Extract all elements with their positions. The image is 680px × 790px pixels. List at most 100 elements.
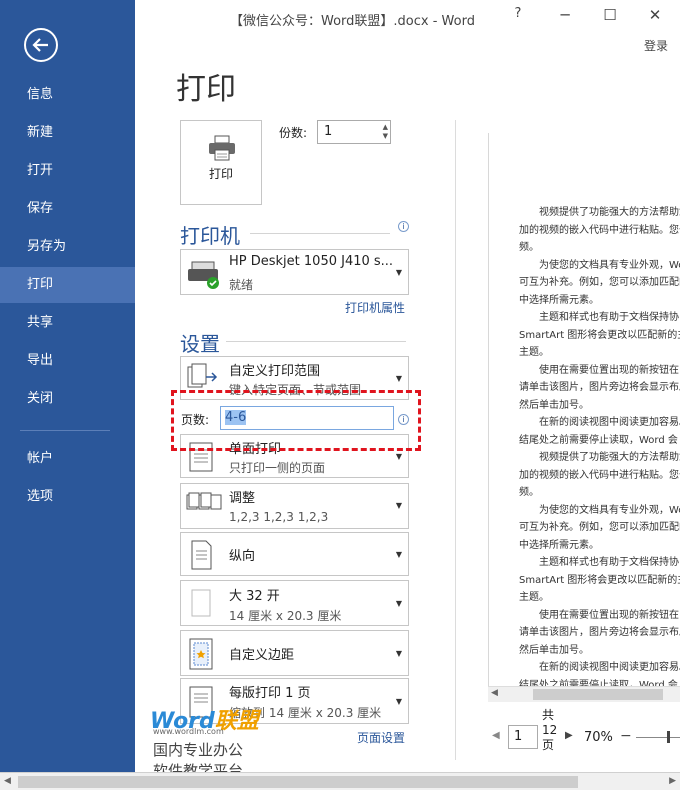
preview-text-line: 在新的阅读视图中阅读更加容易。 (539, 417, 680, 428)
printer-name: HP Deskjet 1050 J410 s... (229, 254, 394, 269)
portrait-icon (191, 540, 212, 570)
scroll-left-icon[interactable]: ◀ (491, 688, 498, 698)
print-range-title: 自定义打印范围 (229, 364, 321, 379)
sidebar-item-print[interactable]: 打印 (0, 267, 135, 303)
print-button[interactable]: 打印 (180, 120, 262, 205)
info-icon[interactable]: i (398, 221, 409, 232)
preview-text-line: 为使您的文档具有专业外观，Wo (539, 504, 680, 516)
total-pages: 共 12 页 (542, 708, 558, 752)
copies-value: 1 (324, 124, 333, 139)
copies-label: 份数: (279, 126, 308, 140)
preview-text-line: 频。 (519, 487, 539, 498)
preview-text-line: 加的视频的嵌入代码中进行粘贴。您也 (519, 469, 680, 481)
preview-text-line: 请单击该图片，图片旁边将会显示布局 (519, 627, 680, 638)
close-button[interactable]: ✕ (645, 6, 665, 24)
preview-text-line: 视频提供了功能强大的方法帮助您 (539, 207, 680, 218)
pages-per-sheet-title: 每版打印 1 页 (229, 686, 311, 701)
chevron-down-icon: ▼ (395, 374, 402, 383)
minimize-button[interactable]: ─ (555, 6, 575, 24)
preview-text-line: 然后单击加号。 (519, 644, 589, 656)
printer-icon (209, 135, 235, 161)
sidebar-item-new[interactable]: 新建 (0, 115, 135, 151)
help-button[interactable]: ? (508, 6, 528, 21)
preview-text-line: 结尾处之前需要停止读取，Word 会 (519, 434, 678, 446)
sidebar-item-account[interactable]: 帐户 (0, 441, 135, 477)
prev-page-icon[interactable]: ◀ (492, 730, 500, 741)
sidebar-item-export[interactable]: 导出 (0, 343, 135, 379)
page-number-value: 1 (514, 729, 523, 744)
sides-subtitle: 只打印一侧的页面 (229, 461, 326, 475)
zoom-slider-thumb[interactable] (667, 731, 670, 743)
sidebar-item-close[interactable]: 关闭 (0, 381, 135, 417)
zoom-level[interactable]: 70% (584, 730, 613, 745)
watermark-line-1: 国内专业办公 (153, 741, 244, 759)
preview-text-line: 加的视频的嵌入代码中进行粘贴。您也 (519, 224, 680, 236)
preview-text-line: 使用在需要位置出现的新按钮在 (539, 364, 679, 376)
collate-dropdown[interactable]: 调整 1,2,3 1,2,3 1,2,3 ▼ (180, 483, 409, 529)
preview-text-line: 使用在需要位置出现的新按钮在 (539, 609, 679, 621)
orientation-dropdown[interactable]: 纵向 ▼ (180, 532, 409, 576)
preview-text-line: 中选择所需元素。 (519, 539, 599, 551)
copies-spinner-icon[interactable]: ▲ ▼ (383, 123, 388, 141)
chevron-down-icon: ▼ (395, 268, 402, 277)
printer-heading: 打印机 (180, 224, 240, 248)
printer-properties-link[interactable]: 打印机属性 (345, 299, 405, 316)
sidebar-item-open[interactable]: 打开 (0, 153, 135, 189)
printer-device-icon (188, 261, 219, 289)
zoom-slider[interactable] (636, 737, 680, 738)
preview-text-line: 中选择所需元素。 (519, 294, 599, 306)
next-page-icon[interactable]: ▶ (565, 730, 573, 741)
paper-size-title: 大 32 开 (229, 589, 280, 604)
margins-dropdown[interactable]: 自定义边距 ▼ (180, 630, 409, 676)
collate-title: 调整 (229, 491, 256, 506)
print-preview-page: 视频提供了功能强大的方法帮助您 加的视频的嵌入代码中进行粘贴。您也 频。 为使您的文档… (488, 133, 680, 688)
preview-text-line: 请单击该图片，图片旁边将会显示布局 (519, 382, 680, 393)
chevron-down-icon: ▼ (395, 550, 402, 559)
login-link[interactable]: 登录 (644, 37, 668, 54)
printer-status: 就绪 (229, 278, 254, 292)
print-button-label: 打印 (208, 167, 233, 181)
panel-divider (455, 120, 456, 760)
preview-text-line: SmartArt 图形将会更改以匹配新的主 (519, 329, 680, 341)
copies-input[interactable]: 1 ▲ ▼ (317, 120, 391, 144)
title-bar: 【微信公众号：Word联盟】.docx - Word ? ─ ☐ ✕ (135, 0, 680, 36)
page-setup-link[interactable]: 页面设置 (357, 729, 405, 746)
collated-icon (186, 492, 222, 510)
sidebar-item-save-as[interactable]: 另存为 (0, 229, 135, 265)
chevron-down-icon: ▼ (395, 599, 402, 608)
bottom-scroll-thumb[interactable] (18, 776, 578, 788)
sidebar-item-share[interactable]: 共享 (0, 305, 135, 341)
highlight-box (171, 390, 421, 451)
preview-text-line: 为使您的文档具有专业外观，Wo (539, 259, 680, 271)
chevron-down-icon: ▼ (395, 697, 402, 706)
maximize-button[interactable]: ☐ (600, 6, 620, 24)
page-number-input[interactable]: 1 (508, 725, 538, 749)
back-arrow-icon[interactable] (24, 28, 58, 62)
scroll-left-icon[interactable]: ◀ (4, 776, 11, 786)
preview-text-line: 频。 (519, 242, 539, 253)
chevron-down-icon: ▼ (395, 649, 402, 658)
margins-title: 自定义边距 (229, 648, 295, 663)
backstage-sidebar: 信息 新建 打开 保存 另存为 打印 共享 导出 关闭 帐户 选项 (0, 0, 135, 772)
preview-text-line: 在新的阅读视图中阅读更加容易。 (539, 662, 680, 673)
preview-text-line: 主题。 (519, 592, 549, 603)
zoom-out-icon[interactable]: − (620, 728, 632, 744)
preview-scrollbar[interactable]: ◀ (488, 686, 680, 702)
paper-size-dropdown[interactable]: 大 32 开 14 厘米 x 20.3 厘米 ▼ (180, 580, 409, 626)
printer-dropdown[interactable]: HP Deskjet 1050 J410 s... 就绪 ▼ (180, 249, 409, 295)
settings-heading-rule (226, 341, 406, 342)
preview-text-line: 可互为补充。例如，您可以添加匹配的 (519, 277, 680, 288)
bottom-scrollbar[interactable]: ◀ ▶ (0, 772, 680, 790)
sidebar-item-options[interactable]: 选项 (0, 479, 135, 515)
collate-subtitle: 1,2,3 1,2,3 1,2,3 (229, 510, 329, 524)
chevron-down-icon: ▼ (395, 501, 402, 510)
scroll-right-icon[interactable]: ▶ (669, 776, 676, 786)
sidebar-item-save[interactable]: 保存 (0, 191, 135, 227)
scroll-thumb[interactable] (533, 689, 663, 700)
custom-margins-icon (189, 638, 213, 670)
watermark-url: www.wordlm.com (153, 727, 224, 736)
sidebar-item-info[interactable]: 信息 (0, 77, 135, 113)
preview-text-line: 可互为补充。例如，您可以添加匹配的 (519, 522, 680, 533)
sidebar-divider (20, 430, 110, 431)
chevron-down-icon: ▼ (395, 452, 402, 461)
